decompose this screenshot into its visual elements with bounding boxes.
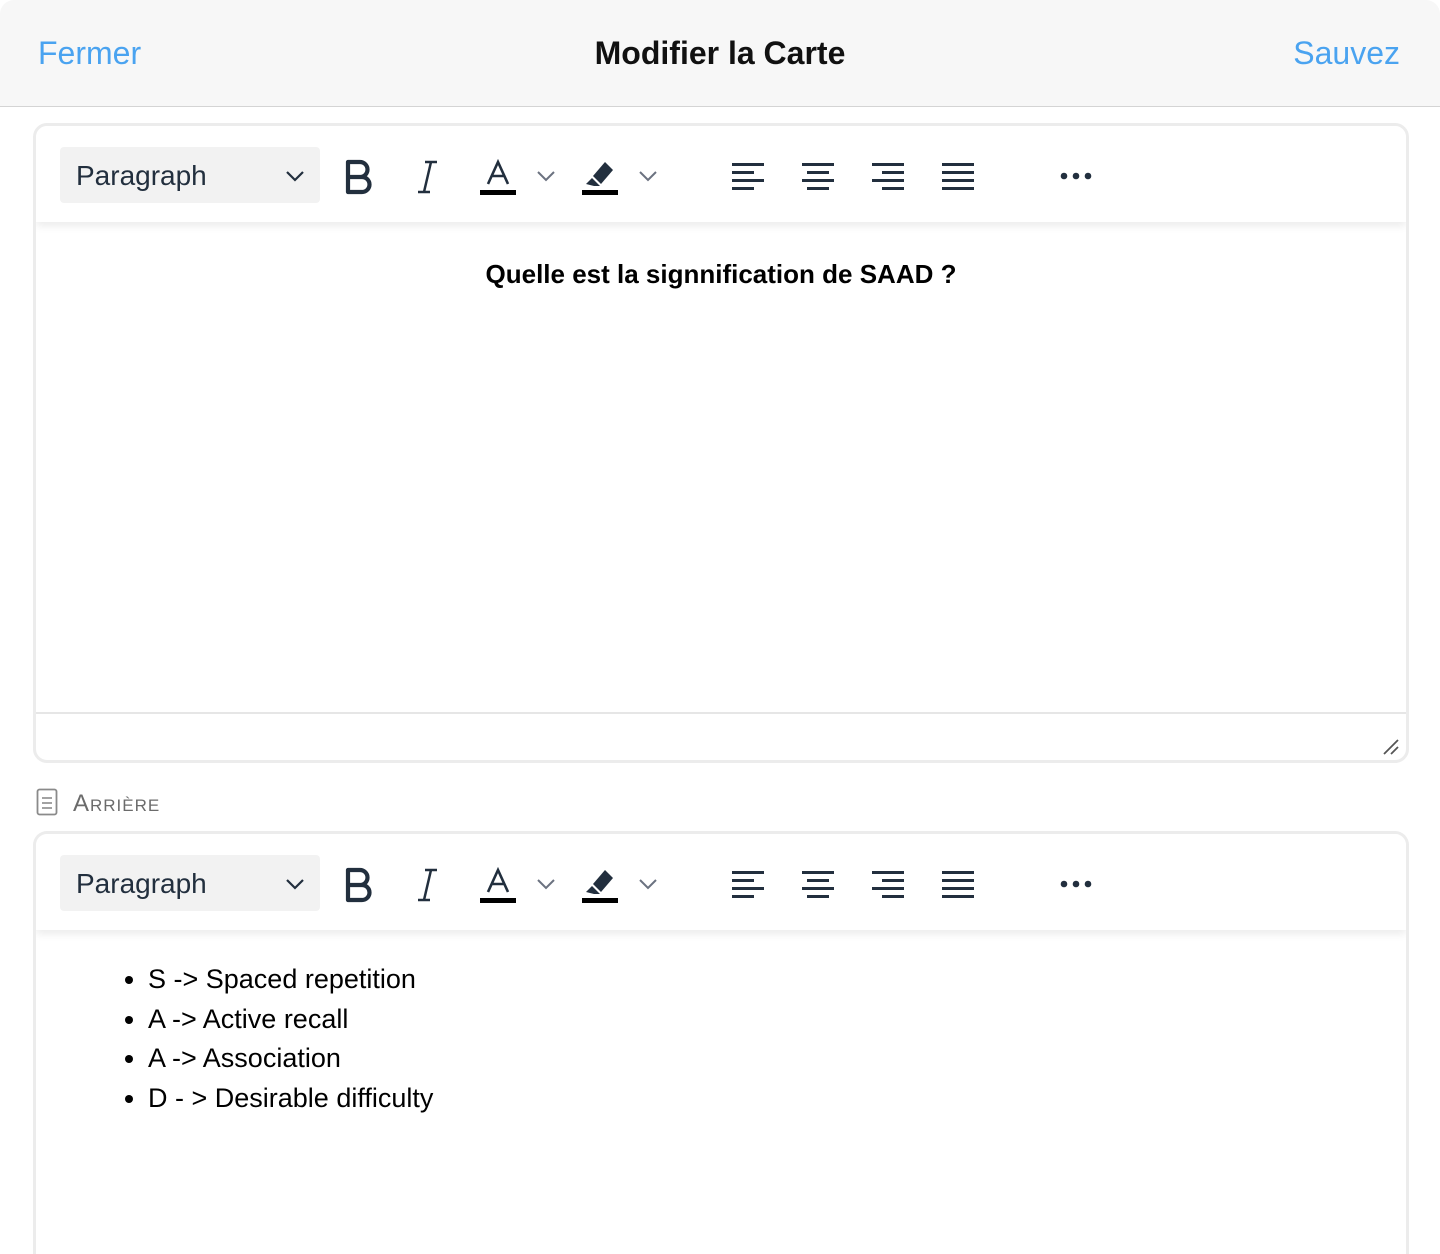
page-title: Modifier la Carte <box>594 35 846 71</box>
align-center-button[interactable] <box>796 154 840 198</box>
align-justify-icon <box>942 163 974 190</box>
list-item: D - > Desirable difficulty <box>148 1079 433 1119</box>
more-icon <box>1060 880 1092 888</box>
align-right-button[interactable] <box>866 862 910 906</box>
front-editor-content[interactable]: Quelle est la signnification de SAAD ? <box>36 222 1406 712</box>
italic-icon <box>418 868 437 902</box>
align-right-button[interactable] <box>866 154 910 198</box>
block-format-select[interactable]: Paragraph <box>60 855 320 911</box>
italic-icon <box>418 160 437 194</box>
block-format-select[interactable]: Paragraph <box>60 147 320 203</box>
list-item: S -> Spaced repetition <box>148 960 433 1000</box>
italic-button[interactable] <box>406 154 450 198</box>
align-right-icon <box>872 163 904 190</box>
align-justify-icon <box>942 871 974 898</box>
front-editor: Paragraph Quelle est la signnification d… <box>33 123 1409 763</box>
align-left-icon <box>732 163 764 190</box>
text-color-button[interactable] <box>476 862 520 906</box>
align-center-icon <box>802 163 834 190</box>
chevron-down-icon <box>286 879 304 890</box>
more-options-button[interactable] <box>1054 154 1098 198</box>
text-color-dropdown-icon[interactable] <box>534 164 558 188</box>
save-button[interactable]: Sauvez <box>1293 34 1400 72</box>
align-left-button[interactable] <box>726 154 770 198</box>
align-justify-button[interactable] <box>936 154 980 198</box>
text-color-button[interactable] <box>476 154 520 198</box>
align-center-button[interactable] <box>796 862 840 906</box>
highlight-dropdown-icon[interactable] <box>636 164 660 188</box>
text-color-dropdown-icon[interactable] <box>534 872 558 896</box>
back-section-title: Arrière <box>73 790 161 817</box>
more-options-button[interactable] <box>1054 862 1098 906</box>
front-editor-toolbar: Paragraph <box>36 126 1406 222</box>
resize-handle-icon[interactable] <box>1380 736 1400 756</box>
block-format-label: Paragraph <box>76 868 207 899</box>
chevron-down-icon <box>286 171 304 182</box>
text-color-icon <box>480 158 516 195</box>
front-card-text: Quelle est la signnification de SAAD ? <box>485 259 957 289</box>
align-center-icon <box>802 871 834 898</box>
bold-button[interactable] <box>338 862 382 906</box>
italic-button[interactable] <box>406 862 450 906</box>
bold-button[interactable] <box>338 154 382 198</box>
list-item: A -> Active recall <box>148 1000 433 1040</box>
highlight-icon <box>582 870 618 903</box>
document-icon <box>36 788 58 816</box>
back-editor-toolbar: Paragraph <box>36 834 1406 930</box>
highlight-dropdown-icon[interactable] <box>636 872 660 896</box>
list-item: A -> Association <box>148 1039 433 1079</box>
top-navigation-bar: Fermer Modifier la Carte Sauvez <box>0 0 1440 107</box>
bold-icon <box>345 867 372 903</box>
align-left-icon <box>732 871 764 898</box>
highlight-icon <box>582 162 618 195</box>
front-editor-statusbar <box>36 712 1406 760</box>
align-left-button[interactable] <box>726 862 770 906</box>
align-right-icon <box>872 871 904 898</box>
highlight-button[interactable] <box>578 154 622 198</box>
block-format-label: Paragraph <box>76 160 207 191</box>
more-icon <box>1060 172 1092 180</box>
align-justify-button[interactable] <box>936 862 980 906</box>
back-card-list: S -> Spaced repetition A -> Active recal… <box>36 960 433 1118</box>
text-color-icon <box>480 866 516 903</box>
bold-icon <box>345 159 372 195</box>
highlight-button[interactable] <box>578 862 622 906</box>
back-editor: Paragraph • S -> Spaced repetition • A -… <box>33 831 1409 1254</box>
